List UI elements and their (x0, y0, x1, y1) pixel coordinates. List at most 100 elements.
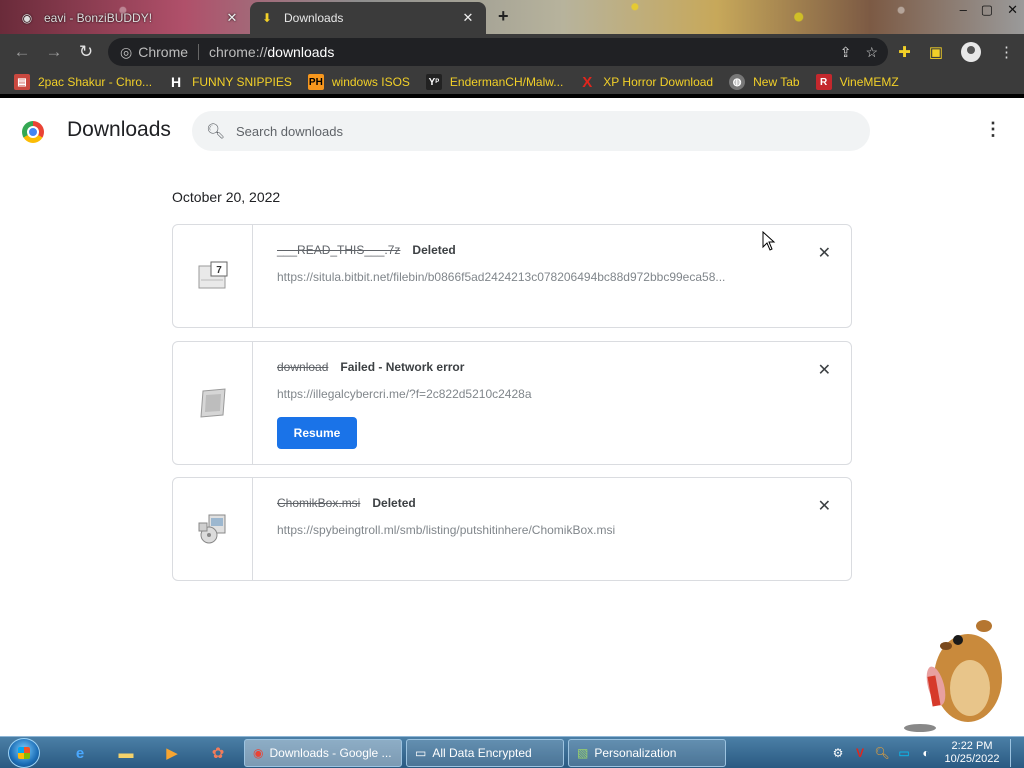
url-host: downloads (267, 44, 335, 60)
download-item: 7 ___READ_THIS___.7z Deleted https://sit… (172, 224, 852, 328)
window-controls: – ▢ ✕ (960, 0, 1018, 18)
download-status: Deleted (372, 496, 416, 510)
system-clock[interactable]: 2:22 PM 10/25/2022 (940, 740, 1004, 766)
tab-title: Downloads (284, 11, 344, 25)
bookmark-label: 2pac Shakur - Chro... (38, 75, 153, 89)
msi-installer-icon (198, 514, 225, 544)
taskbar-item-label: All Data Encrypted (432, 746, 532, 760)
tab-downloads[interactable]: ⬇ Downloads ✕ (250, 2, 486, 34)
bookmark-vinememz[interactable]: R VineMEMZ (815, 74, 899, 90)
hamster-buddy-icon[interactable] (900, 616, 1010, 736)
media-player-icon[interactable]: ▶ (154, 741, 190, 765)
remove-download-icon[interactable]: ✕ (818, 243, 831, 263)
yp-logo-icon: YP (425, 74, 442, 90)
share-icon[interactable]: ⇪ (840, 44, 852, 61)
back-arrow-icon[interactable]: ← (6, 42, 38, 62)
bookmark-2pac[interactable]: ▤ 2pac Shakur - Chro... (14, 74, 152, 90)
side-panel-icon[interactable]: ▣ (929, 43, 943, 61)
minimize-button[interactable]: – (960, 2, 967, 18)
bookmark-label: windows ISOS (331, 75, 410, 89)
ph-logo-icon: PH (307, 74, 324, 90)
date-header: October 20, 2022 (172, 189, 281, 205)
download-url[interactable]: https://spybeingtroll.ml/smb/listing/put… (277, 523, 791, 537)
generic-file-icon (199, 388, 226, 418)
tray-settings-icon[interactable]: ⚙ (830, 745, 846, 761)
download-item: ChomikBox.msi Deleted https://spybeingtr… (172, 477, 852, 581)
taskbar-item-downloads[interactable]: ◉ Downloads - Google ... (244, 739, 402, 767)
address-bar[interactable]: ◎ Chrome chrome:// downloads ⇪ ☆ (108, 38, 888, 66)
tray-volume-icon[interactable]: ◐ (918, 745, 934, 761)
search-bar[interactable]: 🔍︎ (192, 111, 870, 151)
gift-box-icon: ▤ (14, 74, 30, 90)
browser-menu-icon[interactable]: ⋮ (999, 43, 1014, 61)
tab-close-icon[interactable]: ✕ (460, 10, 476, 26)
system-tray: ⚙ V 🔍︎ ▭ ◐ 2:22 PM 10/25/2022 (830, 739, 1020, 767)
page-header: Downloads 🔍︎ ⋮ (0, 102, 1024, 162)
tab-close-icon[interactable]: ✕ (224, 10, 240, 26)
site-info-chip[interactable]: ◎ Chrome (120, 44, 188, 61)
bookmark-new-tab[interactable]: ◍ New Tab (729, 74, 800, 90)
site-chip-label: Chrome (138, 44, 189, 60)
tray-search-icon[interactable]: 🔍︎ (874, 745, 890, 761)
download-favicon-icon: ⬇ (261, 11, 273, 25)
download-item: download Failed - Network error https://… (172, 341, 852, 465)
clock-date: 10/25/2022 (944, 753, 1000, 765)
bookmark-label: New Tab (753, 75, 800, 89)
bookmark-endermanch[interactable]: YP EndermanCH/Malw... (425, 74, 564, 90)
bookmark-label: EndermanCH/Malw... (449, 75, 564, 89)
close-window-button[interactable]: ✕ (1007, 2, 1018, 18)
tab-bonzibuddy[interactable]: ◉ eavi - BonziBUDDY! ✕ (10, 2, 250, 34)
chrome-logo-icon (22, 121, 44, 143)
bookmark-windows-isos[interactable]: PH windows ISOS (307, 74, 410, 90)
globe-icon: ◍ (729, 74, 746, 90)
file-icon-column (173, 478, 253, 580)
new-tab-button[interactable]: + (498, 6, 509, 27)
taskbar-item-label: Personalization (594, 746, 677, 760)
window-icon: ▭ (415, 746, 427, 760)
browser-toolbar: ← → ↻ ◎ Chrome chrome:// downloads ⇪ ☆ ✚… (0, 34, 1024, 70)
toolbar-right: ✚ ▣ ⋮ (898, 42, 1014, 62)
remove-download-icon[interactable]: ✕ (818, 496, 831, 516)
7z-archive-icon: 7 (198, 261, 227, 289)
resume-button[interactable]: Resume (277, 417, 357, 449)
more-options-icon[interactable]: ⋮ (984, 120, 1002, 138)
file-explorer-icon[interactable]: ▬ (108, 741, 144, 765)
tray-antivirus-icon[interactable]: V (852, 745, 868, 761)
chrome-icon: ◉ (253, 746, 264, 760)
bookmark-star-icon[interactable]: ☆ (865, 44, 878, 61)
internet-explorer-icon[interactable]: e (62, 741, 98, 765)
tray-network-icon[interactable]: ▭ (896, 745, 912, 761)
x-logo-icon: X (582, 73, 593, 91)
title-bar: ◉ eavi - BonziBUDDY! ✕ ⬇ Downloads ✕ + –… (0, 0, 1024, 34)
clock-time: 2:22 PM (951, 740, 993, 752)
download-filename: ChomikBox.msi (277, 496, 361, 510)
extensions-puzzle-icon[interactable]: ✚ (898, 43, 911, 61)
download-filename: download (277, 360, 329, 374)
taskbar-item-all-data-encrypted[interactable]: ▭ All Data Encrypted (406, 739, 564, 767)
remove-download-icon[interactable]: ✕ (818, 360, 831, 380)
omnibox-divider (198, 44, 200, 60)
download-url[interactable]: https://illegalcybercri.me/?f=2c822d5210… (277, 387, 791, 401)
download-status: Deleted (412, 243, 456, 257)
bookmark-xp-horror[interactable]: X XP Horror Download (579, 73, 713, 91)
r-logo-icon: R (815, 74, 832, 90)
forward-arrow-icon[interactable]: → (38, 42, 70, 62)
download-title-row: ChomikBox.msi Deleted (277, 496, 791, 510)
bookmarks-bar: ▤ 2pac Shakur - Chro... H FUNNY SNIPPIES… (0, 70, 1024, 98)
bookmark-funny-snippies[interactable]: H FUNNY SNIPPIES (168, 74, 292, 90)
taskbar-item-personalization[interactable]: ▧ Personalization (568, 739, 726, 767)
profile-avatar-icon[interactable] (961, 42, 981, 62)
maximize-button[interactable]: ▢ (981, 2, 993, 18)
reload-icon[interactable]: ↻ (70, 42, 102, 62)
show-desktop-button[interactable] (1010, 739, 1020, 767)
download-url[interactable]: https://situla.bitbit.net/filebin/b0866f… (277, 270, 791, 284)
mouse-cursor-icon (762, 231, 776, 251)
chrome-icon: ◎ (120, 43, 133, 60)
start-button[interactable] (8, 738, 40, 768)
paint-icon[interactable]: ✿ (200, 741, 236, 765)
personalization-icon: ▧ (577, 746, 589, 760)
windows-taskbar: e ▬ ▶ ✿ ◉ Downloads - Google ... ▭ All D… (0, 736, 1024, 768)
search-input[interactable] (236, 123, 836, 139)
taskbar-item-label: Downloads - Google ... (269, 746, 392, 760)
download-details: ___READ_THIS___.7z Deleted https://situl… (277, 243, 791, 284)
